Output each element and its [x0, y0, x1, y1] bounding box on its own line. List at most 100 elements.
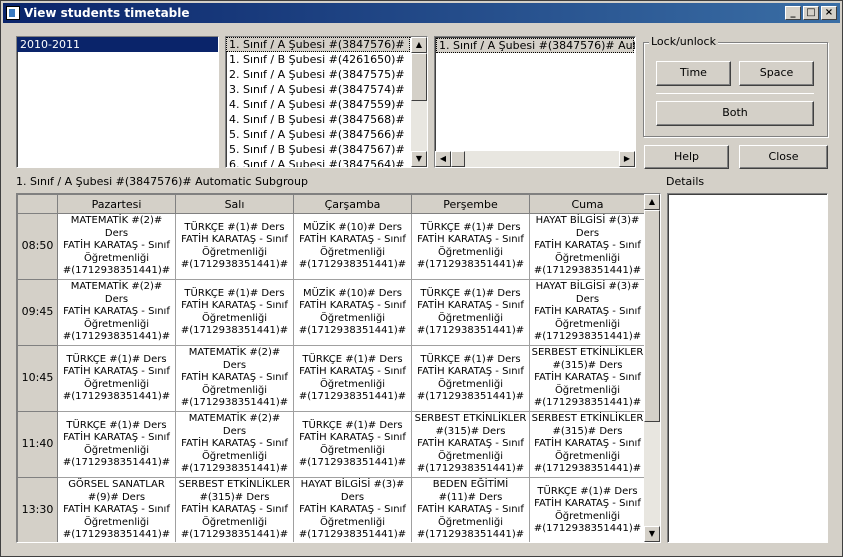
class-item[interactable]: 5. Sınıf / A Şubesi #(3847566)#: [226, 127, 410, 142]
close-window-button[interactable]: ×: [821, 6, 837, 20]
hscroll-thumb[interactable]: [451, 151, 465, 167]
cell-line: FATİH KARATAŞ - Sınıf: [181, 234, 288, 245]
time-slot-label: 11:40: [17, 411, 58, 478]
cell-line: FATİH KARATAŞ - Sınıf: [63, 240, 170, 252]
cell-line: #(1712938351441)#: [533, 265, 642, 277]
cell-line: Ders: [222, 359, 247, 371]
timetable-cell[interactable]: MATEMATİK #(2)# Ders FATİH KARATAŞ - Sınıf…: [57, 213, 176, 280]
lock-divider: [656, 93, 814, 94]
cell-line: #(1712938351441)#: [533, 331, 642, 343]
timetable-grid[interactable]: Pazartesi Salı Çarşamba Perşembe Cuma 08:50 M…: [16, 193, 661, 543]
timetable-cell[interactable]: MATEMATİK #(2)# Ders FATİH KARATAŞ - Sınıf…: [175, 345, 294, 412]
cell-line: Ders: [340, 491, 365, 503]
timetable-cell[interactable]: MÜZİK #(10)# Ders FATİH KARATAŞ - Sınıf Öğ…: [293, 279, 412, 346]
cell-line: #(315)# Ders: [199, 491, 270, 503]
timetable-cell[interactable]: MATEMATİK #(2)# Ders FATİH KARATAŞ - Sınıf…: [175, 411, 294, 478]
timetable-cell[interactable]: TÜRKÇE #(1)# Ders FATİH KARATAŞ - Sınıf Öğ…: [57, 345, 176, 412]
class-item[interactable]: 1. Sınıf / A Şubesi #(3847576)#: [226, 37, 410, 52]
timetable-cell[interactable]: MATEMATİK #(2)# Ders FATİH KARATAŞ - Sınıf…: [57, 279, 176, 346]
timetable-row: 09:45 MATEMATİK #(2)# Ders FATİH KARATAŞ - …: [17, 279, 646, 346]
minimize-button[interactable]: _: [785, 6, 801, 20]
cell-line: #(1712938351441)#: [533, 397, 642, 409]
title-bar[interactable]: View students timetable _ □ ×: [3, 3, 840, 23]
timetable-cell[interactable]: TÜRKÇE #(1)# Ders FATİH KARATAŞ - Sınıf Öğ…: [411, 345, 530, 412]
scroll-up-icon[interactable]: ▲: [644, 194, 660, 210]
timetable-row: 13:30 GÖRSEL SANATLAR #(9)# Ders FATİH KARA…: [17, 477, 646, 542]
timetable-row: 11:40 TÜRKÇE #(1)# Ders FATİH KARATAŞ - Sı…: [17, 411, 646, 478]
cell-line: #(1712938351441)#: [298, 391, 407, 402]
class-item[interactable]: 4. Sınıf / A Şubesi #(3847559)#: [226, 97, 410, 112]
cell-line: FATİH KARATAŞ - Sınıf: [534, 498, 641, 509]
scroll-down-icon[interactable]: ▼: [644, 526, 660, 542]
lock-time-button[interactable]: Time: [656, 61, 731, 86]
cell-line: Öğretmenliği: [554, 450, 621, 462]
scroll-up-icon[interactable]: ▲: [411, 37, 427, 53]
cell-line: #(315)# Ders: [552, 359, 623, 371]
class-item[interactable]: 3. Sınıf / A Şubesi #(3847574)#: [226, 82, 410, 97]
cell-line: Öğretmenliği: [83, 378, 150, 390]
scroll-right-icon[interactable]: ▶: [619, 151, 635, 167]
class-item[interactable]: 5. Sınıf / B Şubesi #(3847567)#: [226, 142, 410, 157]
timetable-cell[interactable]: TÜRKÇE #(1)# Ders FATİH KARATAŞ - Sınıf Öğ…: [293, 411, 412, 478]
scroll-left-icon[interactable]: ◀: [435, 151, 451, 167]
subgroups-hscrollbar[interactable]: ◀ ▶: [435, 151, 635, 167]
class-item[interactable]: 6. Sınıf / A Şubesi #(3847564)#: [226, 157, 410, 167]
details-panel[interactable]: [667, 193, 828, 543]
cell-line: FATİH KARATAŞ - Sınıf: [417, 300, 524, 311]
class-item[interactable]: 2. Sınıf / A Şubesi #(3847575)#: [226, 67, 410, 82]
timetable-cell[interactable]: GÖRSEL SANATLAR #(9)# Ders FATİH KARATAŞ -…: [57, 477, 176, 542]
timetable-cell[interactable]: TÜRKÇE #(1)# Ders FATİH KARATAŞ - Sınıf Öğ…: [411, 279, 530, 346]
timetable-cell[interactable]: HAYAT BİLGİSİ #(3)# Ders FATİH KARATAŞ - S…: [529, 279, 646, 346]
timetable-cell[interactable]: TÜRKÇE #(1)# Ders FATİH KARATAŞ - Sınıf Öğ…: [175, 279, 294, 346]
timetable-cell[interactable]: HAYAT BİLGİSİ #(3)# Ders FATİH KARATAŞ - S…: [293, 477, 412, 542]
timetable-row: 10:45 TÜRKÇE #(1)# Ders FATİH KARATAŞ - Sı…: [17, 345, 646, 412]
timetable-cell[interactable]: TÜRKÇE #(1)# Ders FATİH KARATAŞ - Sınıf Öğ…: [411, 213, 530, 280]
cell-line: Öğretmenliği: [319, 444, 386, 456]
close-button[interactable]: Close: [739, 145, 828, 169]
years-list[interactable]: 2010-2011: [16, 36, 219, 168]
cell-line: FATİH KARATAŞ - Sınıf: [299, 432, 406, 443]
maximize-button[interactable]: □: [803, 6, 819, 20]
timetable-cell[interactable]: TÜRKÇE #(1)# Ders FATİH KARATAŞ - Sınıf Öğ…: [529, 477, 646, 542]
cell-line: #(315)# Ders: [552, 425, 623, 437]
timetable-cell[interactable]: BEDEN EĞİTİMİ #(11)# Ders FATİH KARATAŞ - …: [411, 477, 530, 542]
timetable-cell[interactable]: SERBEST ETKİNLİKLER #(315)# Ders FATİH KAR…: [175, 477, 294, 542]
cell-line: TÜRKÇE #(1)# Ders: [184, 287, 285, 299]
cell-line: FATİH KARATAŞ - Sınıf: [299, 234, 406, 245]
timetable-cell[interactable]: MÜZİK #(10)# Ders FATİH KARATAŞ - Sınıf Öğ…: [293, 213, 412, 280]
timetable-cell[interactable]: TÜRKÇE #(1)# Ders FATİH KARATAŞ - Sınıf Öğ…: [293, 345, 412, 412]
class-item[interactable]: 4. Sınıf / B Şubesi #(3847568)#: [226, 112, 410, 127]
cell-line: FATİH KARATAŞ - Sınıf: [63, 306, 170, 318]
subgroups-list[interactable]: 1. Sınıf / A Şubesi #(3847576)# Automat …: [434, 36, 636, 168]
class-item[interactable]: 1. Sınıf / B Şubesi #(4261650)#: [226, 52, 410, 67]
cell-line: FATİH KARATAŞ - Sınıf: [534, 306, 641, 318]
cell-line: Ders: [104, 293, 129, 305]
timetable-cell[interactable]: HAYAT BİLGİSİ #(3)# Ders FATİH KARATAŞ - S…: [529, 213, 646, 280]
cell-line: Öğretmenliği: [437, 246, 504, 258]
cell-line: #(1712938351441)#: [416, 259, 525, 270]
lock-both-button[interactable]: Both: [656, 101, 814, 126]
year-item[interactable]: 2010-2011: [17, 37, 218, 52]
cell-line: TÜRKÇE #(1)# Ders: [420, 353, 521, 365]
help-button[interactable]: Help: [644, 145, 729, 169]
lock-space-button[interactable]: Space: [739, 61, 814, 86]
classes-list[interactable]: 1. Sınıf / A Şubesi #(3847576)# 1. Sınıf …: [225, 36, 428, 168]
cell-line: #(1712938351441)#: [62, 529, 171, 541]
timetable-cell[interactable]: SERBEST ETKİNLİKLER #(315)# Ders FATİH KAR…: [529, 345, 646, 412]
cell-line: #(1712938351441)#: [62, 457, 171, 468]
scroll-thumb[interactable]: [411, 53, 427, 101]
scroll-thumb[interactable]: [644, 210, 660, 422]
time-slot-label: 13:30: [17, 477, 58, 542]
classes-scrollbar[interactable]: ▲ ▼: [411, 37, 427, 167]
timetable-cell[interactable]: SERBEST ETKİNLİKLER #(315)# Ders FATİH KAR…: [411, 411, 530, 478]
cell-line: Öğretmenliği: [83, 252, 150, 264]
timetable-scrollbar[interactable]: ▲ ▼: [644, 194, 660, 542]
timetable-cell[interactable]: TÜRKÇE #(1)# Ders FATİH KARATAŞ - Sınıf Öğ…: [57, 411, 176, 478]
cell-line: Öğretmenliği: [554, 252, 621, 264]
timetable-window: View students timetable _ □ × 2010-2011 …: [0, 0, 843, 557]
timetable-cell[interactable]: TÜRKÇE #(1)# Ders FATİH KARATAŞ - Sınıf Öğ…: [175, 213, 294, 280]
subgroup-item[interactable]: 1. Sınıf / A Şubesi #(3847576)# Automat: [436, 38, 635, 53]
scroll-down-icon[interactable]: ▼: [411, 151, 427, 167]
cell-line: FATİH KARATAŞ - Sınıf: [417, 366, 524, 377]
timetable-cell[interactable]: SERBEST ETKİNLİKLER #(315)# Ders FATİH KAR…: [529, 411, 646, 478]
